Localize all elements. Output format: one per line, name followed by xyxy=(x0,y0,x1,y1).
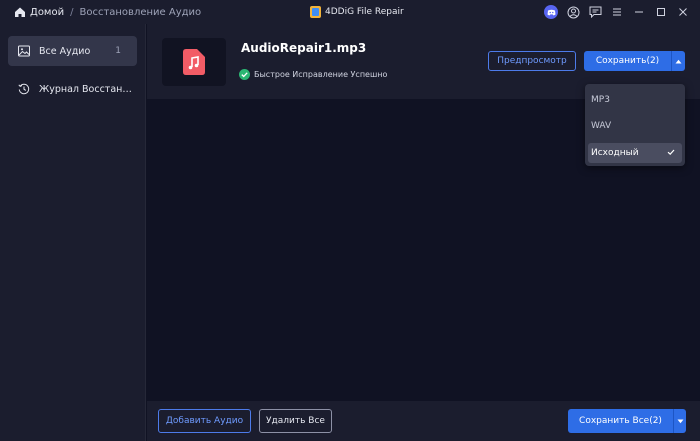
file-name: AudioRepair1.mp3 xyxy=(241,41,367,55)
delete-all-button[interactable]: Удалить Все xyxy=(259,409,332,433)
maximize-icon xyxy=(657,8,665,16)
breadcrumb-current: Восстановление Аудио xyxy=(79,6,202,18)
app-name: 4DDiG File Repair xyxy=(325,7,404,17)
format-option-mp3[interactable]: MP3 xyxy=(588,90,682,110)
title-bar: Домой / Восстановление Аудио 4DDiG File … xyxy=(0,0,700,24)
discord-button[interactable] xyxy=(540,0,562,24)
image-icon xyxy=(18,45,30,57)
music-file-icon xyxy=(183,49,205,75)
save-button[interactable]: Сохранить(2) xyxy=(584,51,671,71)
history-icon xyxy=(18,83,30,95)
breadcrumb-home[interactable]: Домой xyxy=(30,7,64,18)
save-all-button[interactable]: Сохранить Все(2) xyxy=(568,409,673,433)
save-format-dropdown: MP3 WAV Исходный xyxy=(585,84,685,166)
menu-icon xyxy=(613,8,621,16)
user-icon xyxy=(567,6,579,18)
close-icon xyxy=(679,8,687,16)
save-format-toggle[interactable] xyxy=(671,51,685,71)
repair-status: Быстрое Исправление Успешно xyxy=(239,69,387,80)
format-option-original[interactable]: Исходный xyxy=(588,143,682,163)
breadcrumb-separator: / xyxy=(70,6,74,18)
window-controls xyxy=(540,0,694,24)
menu-button[interactable] xyxy=(606,0,628,24)
chevron-up-icon xyxy=(675,59,682,63)
app-logo-icon xyxy=(310,6,321,18)
minimize-icon xyxy=(635,11,643,13)
format-option-label: Исходный xyxy=(591,148,639,158)
file-thumbnail[interactable] xyxy=(162,38,226,86)
checkmark-icon xyxy=(667,149,675,156)
sidebar: Все Аудио 1 Журнал Восстановления xyxy=(0,24,146,441)
sidebar-item-repair-history[interactable]: Журнал Восстановления xyxy=(8,74,137,104)
chevron-down-icon xyxy=(677,419,683,423)
close-button[interactable] xyxy=(672,0,694,24)
format-option-wav[interactable]: WAV xyxy=(588,116,682,136)
feedback-button[interactable] xyxy=(584,0,606,24)
discord-icon xyxy=(544,5,558,19)
home-icon[interactable] xyxy=(14,6,26,18)
sidebar-item-label: Журнал Восстановления xyxy=(39,83,134,95)
success-check-icon xyxy=(239,69,250,80)
save-all-format-toggle[interactable] xyxy=(673,409,686,433)
account-button[interactable] xyxy=(562,0,584,24)
status-text: Быстрое Исправление Успешно xyxy=(254,70,388,79)
preview-button[interactable]: Предпросмотр xyxy=(488,51,576,71)
app-title: 4DDiG File Repair xyxy=(310,0,404,24)
sidebar-item-count: 1 xyxy=(115,46,121,56)
add-audio-button[interactable]: Добавить Аудио xyxy=(158,409,251,433)
bottom-action-bar: Добавить Аудио Удалить Все Сохранить Все… xyxy=(147,401,700,441)
format-option-label: MP3 xyxy=(591,95,610,105)
minimize-button[interactable] xyxy=(628,0,650,24)
breadcrumb: Домой / Восстановление Аудио xyxy=(0,6,201,18)
maximize-button[interactable] xyxy=(650,0,672,24)
sidebar-item-all-audio[interactable]: Все Аудио 1 xyxy=(8,36,137,66)
feedback-icon xyxy=(589,6,601,18)
format-option-label: WAV xyxy=(591,121,612,131)
